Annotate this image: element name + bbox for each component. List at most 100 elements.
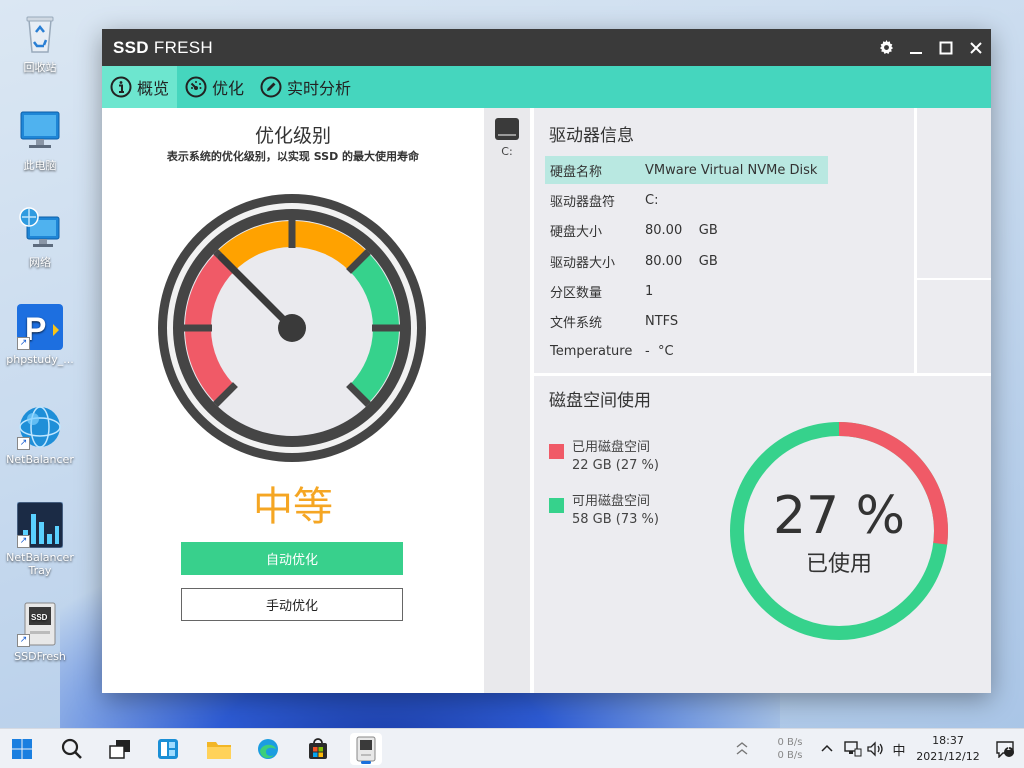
net-download-speed: 0 B/s [777, 750, 803, 761]
info-value: 1 [645, 283, 654, 299]
gear-icon [879, 40, 893, 54]
desktop-icon-label: NetBalancer Tray [6, 551, 74, 577]
minimize-button[interactable] [901, 29, 931, 66]
clock-time: 18:37 [932, 734, 964, 747]
minimize-icon [910, 51, 922, 54]
maximize-button[interactable] [931, 29, 961, 66]
edge-icon [258, 739, 278, 759]
manual-optimize-button[interactable]: 手动优化 [181, 588, 403, 621]
store-button[interactable] [302, 733, 334, 765]
drive-list: C: [484, 108, 530, 693]
settings-button[interactable] [871, 29, 901, 66]
legend-swatch-used [549, 444, 564, 459]
netbalancer-tray-icon: ↗ [16, 501, 64, 549]
phpstudy-icon: P ↗ [17, 304, 63, 350]
info-row-disk-size: 硬盘大小 80.00 GB [545, 216, 828, 244]
file-explorer-button[interactable] [203, 733, 235, 765]
svg-text:SSD: SSD [31, 613, 48, 622]
info-key: 硬盘名称 [550, 164, 603, 180]
info-value: NTFS [645, 313, 679, 329]
speedometer-icon [185, 76, 207, 98]
info-key: 硬盘大小 [550, 224, 603, 240]
task-view-icon [109, 740, 130, 759]
optimization-panel: 优化级别 表示系统的优化级别，以实现 SSD 的最大使用寿命 中等 自动优化 手… [102, 108, 484, 693]
desktop-icon-phpstudy[interactable]: P ↗ phpstudy_... [4, 304, 76, 366]
network-speed-monitor: 0 B/s 0 B/s [762, 729, 818, 768]
desktop-icon-label: SSDFresh [14, 650, 66, 663]
netbalancer-icon: ↗ [17, 404, 63, 450]
legend-used: 已用磁盘空间 22 GB (27 %) [549, 439, 659, 475]
ssdfresh-icon: SSD ↗ [17, 601, 63, 647]
recycle-bin-icon [17, 10, 63, 56]
hard-drive-icon [495, 118, 519, 140]
disk-usage-title: 磁盘空间使用 [549, 391, 651, 411]
start-icon [12, 739, 32, 759]
show-hidden-icons-button[interactable] [818, 729, 836, 768]
desktop-icon-label: phpstudy_... [6, 353, 74, 366]
usage-percent: 27 % [772, 486, 906, 546]
info-row-drive-size: 驱动器大小 80.00 GB [545, 247, 828, 275]
desktop-icon-recycle-bin[interactable]: 回收站 [4, 10, 76, 75]
desktop-icon-network[interactable]: 网络 [4, 205, 76, 270]
auto-optimize-button[interactable]: 自动优化 [181, 542, 403, 575]
computer-icon [17, 108, 63, 154]
desktop-icon-label: 此电脑 [23, 159, 57, 172]
usage-caption: 已使用 [805, 552, 872, 577]
app-title: SSD FRESH [113, 37, 213, 57]
widgets-button[interactable] [152, 733, 184, 765]
desktop-icon-netbalancer[interactable]: ↗ NetBalancer [4, 404, 76, 466]
desktop-icon-this-pc[interactable]: 此电脑 [4, 108, 76, 173]
ssdfresh-icon [356, 736, 376, 762]
clock[interactable]: 18:37 2021/12/12 [910, 729, 986, 768]
widgets-icon [158, 739, 178, 759]
info-key: 分区数量 [550, 285, 603, 301]
tab-label: 实时分析 [287, 79, 352, 98]
desktop-icon-netbalancer-tray[interactable]: ↗ NetBalancer Tray [4, 501, 76, 577]
drive-info-panel: 驱动器信息 硬盘名称 VMware Virtual NVMe Disk 驱动器盘… [534, 108, 914, 373]
info-key: 驱动器盘符 [550, 194, 616, 210]
volume-icon [867, 741, 883, 757]
ime-indicator[interactable]: 中 [888, 729, 910, 768]
network-icon [17, 205, 63, 251]
optimization-level-text: 中等 [253, 484, 333, 530]
title-bar[interactable]: SSD FRESH [102, 29, 991, 66]
desktop-icon-ssdfresh[interactable]: SSD ↗ SSDFresh [4, 601, 76, 663]
overview-content: 优化级别 表示系统的优化级别，以实现 SSD 的最大使用寿命 中等 自动优化 手… [102, 108, 991, 693]
notification-count: 1 [1006, 743, 1012, 752]
legend-free-label: 可用磁盘空间 [572, 494, 651, 509]
side-panel [917, 108, 991, 373]
drive-item[interactable]: C: [490, 118, 524, 158]
drive-letter: C: [501, 145, 513, 158]
info-row-disk-name: 硬盘名称 VMware Virtual NVMe Disk [545, 156, 828, 184]
nav-bar: 概览 优化 实时分析 [102, 66, 991, 108]
clock-date: 2021/12/12 [916, 750, 980, 763]
tab-label: 优化 [212, 79, 245, 98]
ssdfresh-taskbar-button[interactable] [350, 733, 382, 765]
edge-button[interactable] [252, 733, 284, 765]
info-value: VMware Virtual NVMe Disk [645, 162, 818, 178]
search-button[interactable] [56, 733, 88, 765]
tab-optimize[interactable]: 优化 [177, 66, 252, 108]
info-value: 80.00 GB [645, 222, 718, 238]
info-value: C: [645, 192, 659, 208]
legend-free-value: 58 GB (73 %) [572, 512, 659, 527]
tray-overflow-button[interactable] [728, 729, 756, 768]
legend-free: 可用磁盘空间 58 GB (73 %) [549, 493, 659, 529]
system-status-icons[interactable] [840, 729, 888, 768]
info-key: Temperature [550, 343, 633, 359]
tab-realtime-analysis[interactable]: 实时分析 [252, 66, 359, 108]
desktop-icon-label: NetBalancer [6, 453, 74, 466]
start-button[interactable] [6, 733, 38, 765]
tab-label: 概览 [137, 79, 170, 98]
drive-info-title: 驱动器信息 [549, 126, 634, 146]
notification-button[interactable]: 1 [990, 729, 1020, 768]
legend-swatch-free [549, 498, 564, 513]
tab-overview[interactable]: 概览 [102, 66, 178, 108]
info-row-partitions: 分区数量 1 [545, 277, 828, 305]
notification-icon [996, 741, 1014, 758]
close-button[interactable] [961, 29, 991, 66]
info-value: 80.00 GB [645, 253, 718, 269]
task-view-button[interactable] [104, 733, 136, 765]
optimization-subtitle: 表示系统的优化级别，以实现 SSD 的最大使用寿命 [166, 150, 420, 163]
store-icon [309, 738, 327, 759]
